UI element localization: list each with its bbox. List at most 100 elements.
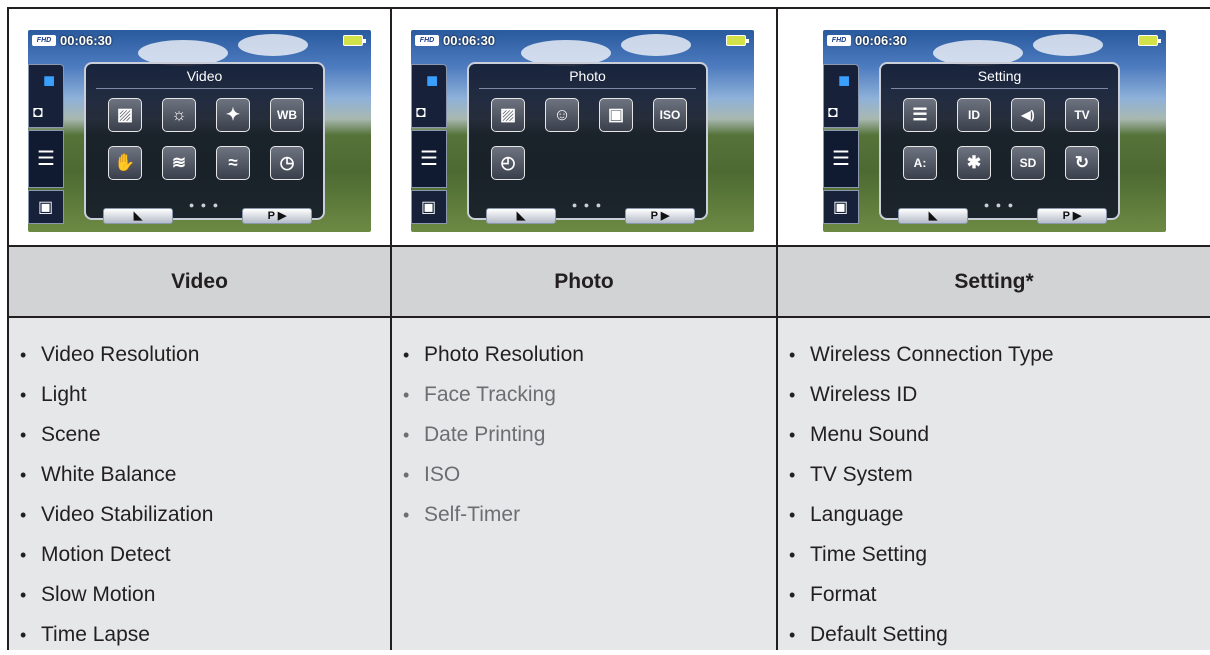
format-sd-icon[interactable]: SD <box>1011 146 1045 180</box>
play-icon: ▣ <box>421 199 437 216</box>
list-icon: ☰ <box>420 148 438 170</box>
photo-camera-icon: ◘ <box>828 104 838 121</box>
list-item: White Balance <box>9 455 390 495</box>
photo-menu-panel: Photo ▨ ☺ ▣ ISO ◴ ● ● ● <box>467 62 708 220</box>
back-button[interactable]: ◣ <box>103 208 173 224</box>
list-item: Format <box>778 575 1210 615</box>
photo-camera-icon: ◘ <box>33 104 43 121</box>
setting-options-list-cell: Wireless Connection TypeWireless IDMenu … <box>778 318 1210 655</box>
scene-icon[interactable]: ✦ <box>216 98 250 132</box>
battery-icon <box>726 35 749 46</box>
timecode: 00:06:30 <box>60 33 113 48</box>
next-page-button[interactable]: P ▶ <box>242 208 312 224</box>
video-menu-panel: Video ▨ ☼ ✦ WB ✋ ≋ ≈ ◷ ● ● ● <box>84 62 325 220</box>
face-tracking-icon[interactable]: ☺ <box>545 98 579 132</box>
video-settings-list: Video ResolutionLightSceneWhite BalanceV… <box>9 318 390 655</box>
next-page-button[interactable]: P ▶ <box>625 208 695 224</box>
date-printing-icon[interactable]: ▣ <box>599 98 633 132</box>
list-item: Date Printing <box>392 415 776 455</box>
stabilization-icon[interactable]: ✋ <box>108 146 142 180</box>
osd-bar: FHD 00:06:30 <box>823 30 1166 52</box>
list-item: Photo Resolution <box>392 335 776 375</box>
list-item: Light <box>9 375 390 415</box>
play-icon: ▣ <box>38 199 54 216</box>
setting-menu-screen: FHD 00:06:30 ■ ◘ ☰ ▣ Setting ☰ ID ◀) TV A: ✱ S… <box>823 30 1166 232</box>
list-item: Scene <box>9 415 390 455</box>
column-header-photo: Photo <box>392 247 776 316</box>
setting-menu-panel: Setting ☰ ID ◀) TV A: ✱ SD ↻ ● ● ● <box>879 62 1120 220</box>
osd-bar: FHD 00:06:30 <box>28 30 371 52</box>
self-timer-icon[interactable]: ◴ <box>491 146 525 180</box>
list-item: Video Resolution <box>9 335 390 375</box>
photo-screenshot-cell: FHD 00:06:30 ■ ◘ ☰ ▣ Photo ▨ ☺ ▣ ISO ◴ ● ● ●… <box>392 9 776 245</box>
photo-settings-list: Photo ResolutionFace TrackingDate Printi… <box>392 318 776 535</box>
column-header-video: Video <box>9 247 390 316</box>
tv-icon[interactable]: TV <box>1065 98 1099 132</box>
list-item: Time Lapse <box>9 615 390 655</box>
resolution-icon[interactable]: ▨ <box>491 98 525 132</box>
setting-options-list: Wireless Connection TypeWireless IDMenu … <box>778 318 1210 655</box>
light-icon[interactable]: ☼ <box>162 98 196 132</box>
mode-tab[interactable]: ■ ◘ <box>823 64 859 128</box>
menu-tab[interactable]: ☰ <box>28 130 64 188</box>
iso-icon[interactable]: ISO <box>653 98 687 132</box>
list-icon: ☰ <box>832 148 850 170</box>
next-page-button[interactable]: P ▶ <box>1037 208 1107 224</box>
wb-icon[interactable]: WB <box>270 98 304 132</box>
list-item: Time Setting <box>778 535 1210 575</box>
language-icon[interactable]: A: <box>903 146 937 180</box>
back-button[interactable]: ◣ <box>898 208 968 224</box>
time-setting-icon[interactable]: ✱ <box>957 146 991 180</box>
video-settings-list-cell: Video ResolutionLightSceneWhite BalanceV… <box>9 318 390 655</box>
panel-title: Photo <box>569 68 606 84</box>
setting-screenshot-cell: FHD 00:06:30 ■ ◘ ☰ ▣ Setting ☰ ID ◀) TV A: ✱ S… <box>778 9 1210 245</box>
fhd-badge: FHD <box>415 35 439 46</box>
timecode: 00:06:30 <box>855 33 908 48</box>
column-header-setting: Setting* <box>778 247 1210 316</box>
wifi-icon[interactable]: ☰ <box>903 98 937 132</box>
video-camera-icon: ■ <box>426 70 439 92</box>
slow-motion-icon[interactable]: ≈ <box>216 146 250 180</box>
list-item: Wireless Connection Type <box>778 335 1210 375</box>
resolution-icon[interactable]: ▨ <box>108 98 142 132</box>
playback-tab[interactable]: ▣ <box>823 190 859 224</box>
mode-tab[interactable]: ■ ◘ <box>28 64 64 128</box>
list-item: Default Setting <box>778 615 1210 655</box>
list-item: Motion Detect <box>9 535 390 575</box>
panel-title: Setting <box>977 68 1022 84</box>
video-camera-icon: ■ <box>838 70 851 92</box>
photo-camera-icon: ◘ <box>416 104 426 121</box>
default-reset-icon[interactable]: ↻ <box>1065 146 1099 180</box>
list-item: Menu Sound <box>778 415 1210 455</box>
list-item: Slow Motion <box>9 575 390 615</box>
video-screenshot-cell: FHD 00:06:30 ■ ◘ ☰ ▣ Video ▨ ☼ ✦ WB ✋ ≋ ≈ ◷ ● ●… <box>9 9 390 245</box>
battery-icon <box>343 35 366 46</box>
sound-icon[interactable]: ◀) <box>1011 98 1045 132</box>
list-item: Language <box>778 495 1210 535</box>
panel-title: Video <box>186 68 223 84</box>
menu-comparison-table: FHD 00:06:30 ■ ◘ ☰ ▣ Video ▨ ☼ ✦ WB ✋ ≋ ≈ ◷ ● ●… <box>7 7 1210 655</box>
menu-tab[interactable]: ☰ <box>823 130 859 188</box>
list-item: Self-Timer <box>392 495 776 535</box>
battery-icon <box>1138 35 1161 46</box>
osd-bar: FHD 00:06:30 <box>411 30 754 52</box>
playback-tab[interactable]: ▣ <box>28 190 64 224</box>
playback-tab[interactable]: ▣ <box>411 190 447 224</box>
motion-detect-icon[interactable]: ≋ <box>162 146 196 180</box>
wireless-id-icon[interactable]: ID <box>957 98 991 132</box>
photo-settings-list-cell: Photo ResolutionFace TrackingDate Printi… <box>392 318 776 650</box>
fhd-badge: FHD <box>827 35 851 46</box>
back-button[interactable]: ◣ <box>486 208 556 224</box>
video-menu-screen: FHD 00:06:30 ■ ◘ ☰ ▣ Video ▨ ☼ ✦ WB ✋ ≋ ≈ ◷ ● ●… <box>28 30 371 232</box>
play-icon: ▣ <box>833 199 849 216</box>
timecode: 00:06:30 <box>443 33 496 48</box>
fhd-badge: FHD <box>32 35 56 46</box>
menu-tab[interactable]: ☰ <box>411 130 447 188</box>
mode-tab[interactable]: ■ ◘ <box>411 64 447 128</box>
list-icon: ☰ <box>37 148 55 170</box>
list-item: ISO <box>392 455 776 495</box>
list-item: Wireless ID <box>778 375 1210 415</box>
list-item: TV System <box>778 455 1210 495</box>
photo-menu-screen: FHD 00:06:30 ■ ◘ ☰ ▣ Photo ▨ ☺ ▣ ISO ◴ ● ● ●… <box>411 30 754 232</box>
time-lapse-icon[interactable]: ◷ <box>270 146 304 180</box>
